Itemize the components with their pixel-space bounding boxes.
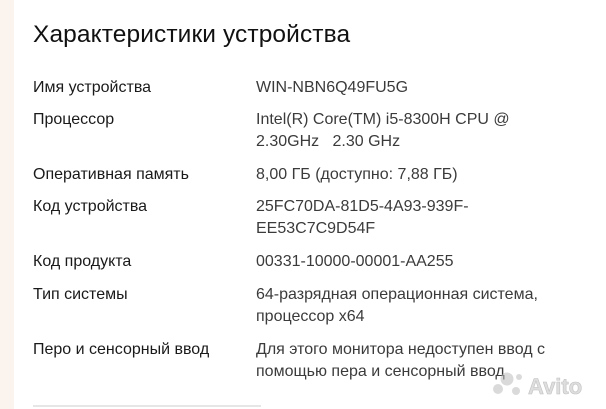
spec-value-line: WIN-NBN6Q49FU5G — [256, 79, 409, 96]
spec-value-product-id[interactable]: 00331-10000-00001-AA255 — [256, 251, 581, 273]
spec-label-product-id: Код продукта — [33, 253, 132, 270]
spec-value-line: Intel(R) Core(TM) i5-8300H CPU @ — [256, 111, 510, 128]
spec-label-pen-touch: Перо и сенсорный ввод — [33, 341, 210, 358]
spec-label-memory: Оперативная память — [33, 166, 189, 183]
spec-value-line: Для этого монитора недоступен ввод с — [256, 341, 546, 358]
spec-label-system-type: Тип системы — [33, 286, 128, 303]
window-left-edge — [0, 0, 14, 409]
copy-button-edge[interactable] — [33, 405, 261, 407]
spec-value-device-name[interactable]: WIN-NBN6Q49FU5G — [256, 77, 581, 99]
spec-value-line: процессор x64 — [256, 308, 365, 325]
spec-value-line: EE53C7C9D54F — [256, 220, 376, 237]
spec-value-system-type[interactable]: 64-разрядная операционная система, проце… — [256, 284, 581, 328]
spec-value-device-id[interactable]: 25FC70DA-81D5-4A93-939F- EE53C7C9D54F — [256, 196, 581, 240]
spec-value-line: 2.30GHz 2.30 GHz — [256, 133, 401, 150]
spec-value-processor[interactable]: Intel(R) Core(TM) i5-8300H CPU @ 2.30GHz… — [256, 109, 581, 153]
spec-value-line: 25FC70DA-81D5-4A93-939F- — [256, 198, 469, 215]
spec-value-line: 00331-10000-00001-AA255 — [256, 253, 454, 270]
spec-label-device-name: Имя устройства — [33, 79, 152, 96]
spec-label-device-id: Код устройства — [33, 198, 148, 215]
spec-value-line: 64-разрядная операционная система, — [256, 286, 538, 303]
spec-value-memory[interactable]: 8,00 ГБ (доступно: 7,88 ГБ) — [256, 164, 581, 186]
avito-watermark: Avito — [493, 372, 582, 399]
section-title: Характеристики устройства — [33, 21, 351, 48]
spec-label-processor: Процессор — [33, 111, 115, 128]
avito-watermark-text: Avito — [528, 374, 582, 399]
spec-value-line: 8,00 ГБ (доступно: 7,88 ГБ) — [256, 166, 458, 183]
